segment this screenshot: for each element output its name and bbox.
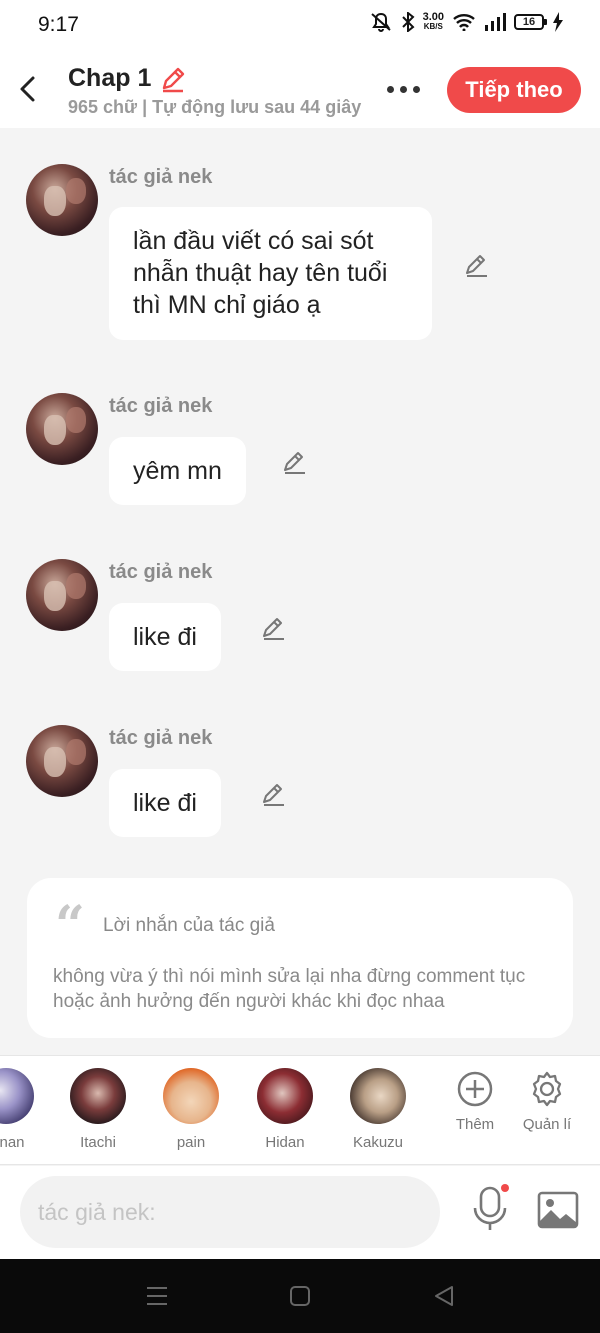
edit-message-icon[interactable] bbox=[281, 449, 307, 475]
edit-message-icon[interactable] bbox=[260, 781, 286, 807]
battery-icon: 16 bbox=[514, 14, 547, 30]
signal-icon bbox=[485, 13, 506, 31]
character-item[interactable]: pain bbox=[151, 1068, 231, 1151]
edit-message-icon[interactable] bbox=[260, 615, 286, 641]
character-name: Kakuzu bbox=[352, 1134, 404, 1151]
author-avatar[interactable] bbox=[26, 164, 98, 236]
message-bubble[interactable]: lần đầu viết có sai sót nhẫn thuật hay t… bbox=[109, 207, 432, 340]
edit-message-icon[interactable] bbox=[463, 252, 489, 278]
character-bar: nan Itachi pain Hidan Kakuzu Thêm Quản l… bbox=[0, 1055, 600, 1165]
character-avatar bbox=[163, 1068, 219, 1124]
author-note[interactable]: “ Lời nhắn của tác giả không vừa ý thì n… bbox=[27, 878, 573, 1038]
manage-characters-label: Quản lí bbox=[522, 1116, 572, 1133]
network-speed-unit: KB/S bbox=[423, 22, 443, 31]
chapter-title[interactable]: Chap 1 bbox=[68, 64, 368, 93]
author-avatar[interactable] bbox=[26, 559, 98, 631]
author-avatar[interactable] bbox=[26, 725, 98, 797]
plus-circle-icon bbox=[457, 1071, 493, 1107]
add-character-button[interactable]: Thêm bbox=[440, 1070, 510, 1133]
author-note-text: không vừa ý thì nói mình sửa lại nha đừn… bbox=[53, 966, 526, 1012]
character-name: Itachi bbox=[80, 1134, 116, 1151]
back-arrow-icon[interactable] bbox=[14, 74, 44, 104]
character-avatar bbox=[257, 1068, 313, 1124]
author-avatar[interactable] bbox=[26, 393, 98, 465]
message-author: tác giả nek bbox=[109, 395, 213, 417]
add-character-label: Thêm bbox=[455, 1116, 495, 1133]
character-name: nan bbox=[0, 1134, 25, 1151]
wifi-icon bbox=[453, 14, 475, 31]
author-note-label: Lời nhắn của tác giả bbox=[103, 915, 275, 936]
network-speed: 3.00 KB/S bbox=[423, 12, 444, 32]
manage-characters-button[interactable]: Quản lí bbox=[512, 1070, 582, 1133]
back-nav-icon[interactable] bbox=[433, 1285, 455, 1307]
menu-icon[interactable] bbox=[145, 1285, 169, 1307]
message-bubble[interactable]: like đi bbox=[109, 769, 221, 837]
status-time: 9:17 bbox=[38, 13, 79, 36]
more-options-icon[interactable] bbox=[387, 86, 420, 93]
chapter-title-text: Chap 1 bbox=[68, 64, 152, 92]
charging-icon bbox=[553, 12, 563, 32]
editor-header: Chap 1 965 chữ | Tự động lưu sau 44 giây… bbox=[0, 52, 600, 128]
status-bar: 9:17 3.00 KB/S 16 bbox=[0, 0, 600, 52]
character-name: Hidan bbox=[265, 1134, 305, 1151]
character-avatar bbox=[70, 1068, 126, 1124]
message-author: tác giả nek bbox=[109, 727, 213, 749]
character-avatar bbox=[350, 1068, 406, 1124]
message-bubble[interactable]: yêm mn bbox=[109, 437, 246, 505]
message-input-bar bbox=[0, 1166, 600, 1259]
quote-icon: “ bbox=[55, 895, 85, 956]
character-item[interactable]: Kakuzu bbox=[338, 1068, 418, 1151]
next-button[interactable]: Tiếp theo bbox=[447, 67, 581, 113]
character-name: pain bbox=[176, 1134, 206, 1151]
edit-title-icon[interactable] bbox=[159, 65, 187, 93]
image-icon[interactable] bbox=[536, 1190, 580, 1230]
character-item[interactable]: nan bbox=[0, 1068, 52, 1151]
message-author: tác giả nek bbox=[109, 166, 213, 188]
message-bubble[interactable]: like đi bbox=[109, 603, 221, 671]
message-input[interactable] bbox=[20, 1176, 440, 1248]
system-nav-bar bbox=[0, 1259, 600, 1333]
character-avatar bbox=[0, 1068, 34, 1124]
mute-icon bbox=[370, 12, 391, 32]
chapter-status: 965 chữ | Tự động lưu sau 44 giây bbox=[68, 97, 362, 117]
bluetooth-icon bbox=[401, 12, 415, 32]
message-author: tác giả nek bbox=[109, 561, 213, 583]
gear-icon bbox=[532, 1071, 562, 1107]
network-speed-value: 3.00 bbox=[422, 11, 444, 23]
status-icons: 3.00 KB/S 16 bbox=[369, 12, 564, 32]
chapter-title-block: Chap 1 965 chữ | Tự động lưu sau 44 giây bbox=[68, 64, 368, 118]
microphone-icon[interactable] bbox=[470, 1184, 510, 1234]
character-item[interactable]: Itachi bbox=[58, 1068, 138, 1151]
character-item[interactable]: Hidan bbox=[245, 1068, 325, 1151]
home-icon[interactable] bbox=[289, 1285, 311, 1307]
